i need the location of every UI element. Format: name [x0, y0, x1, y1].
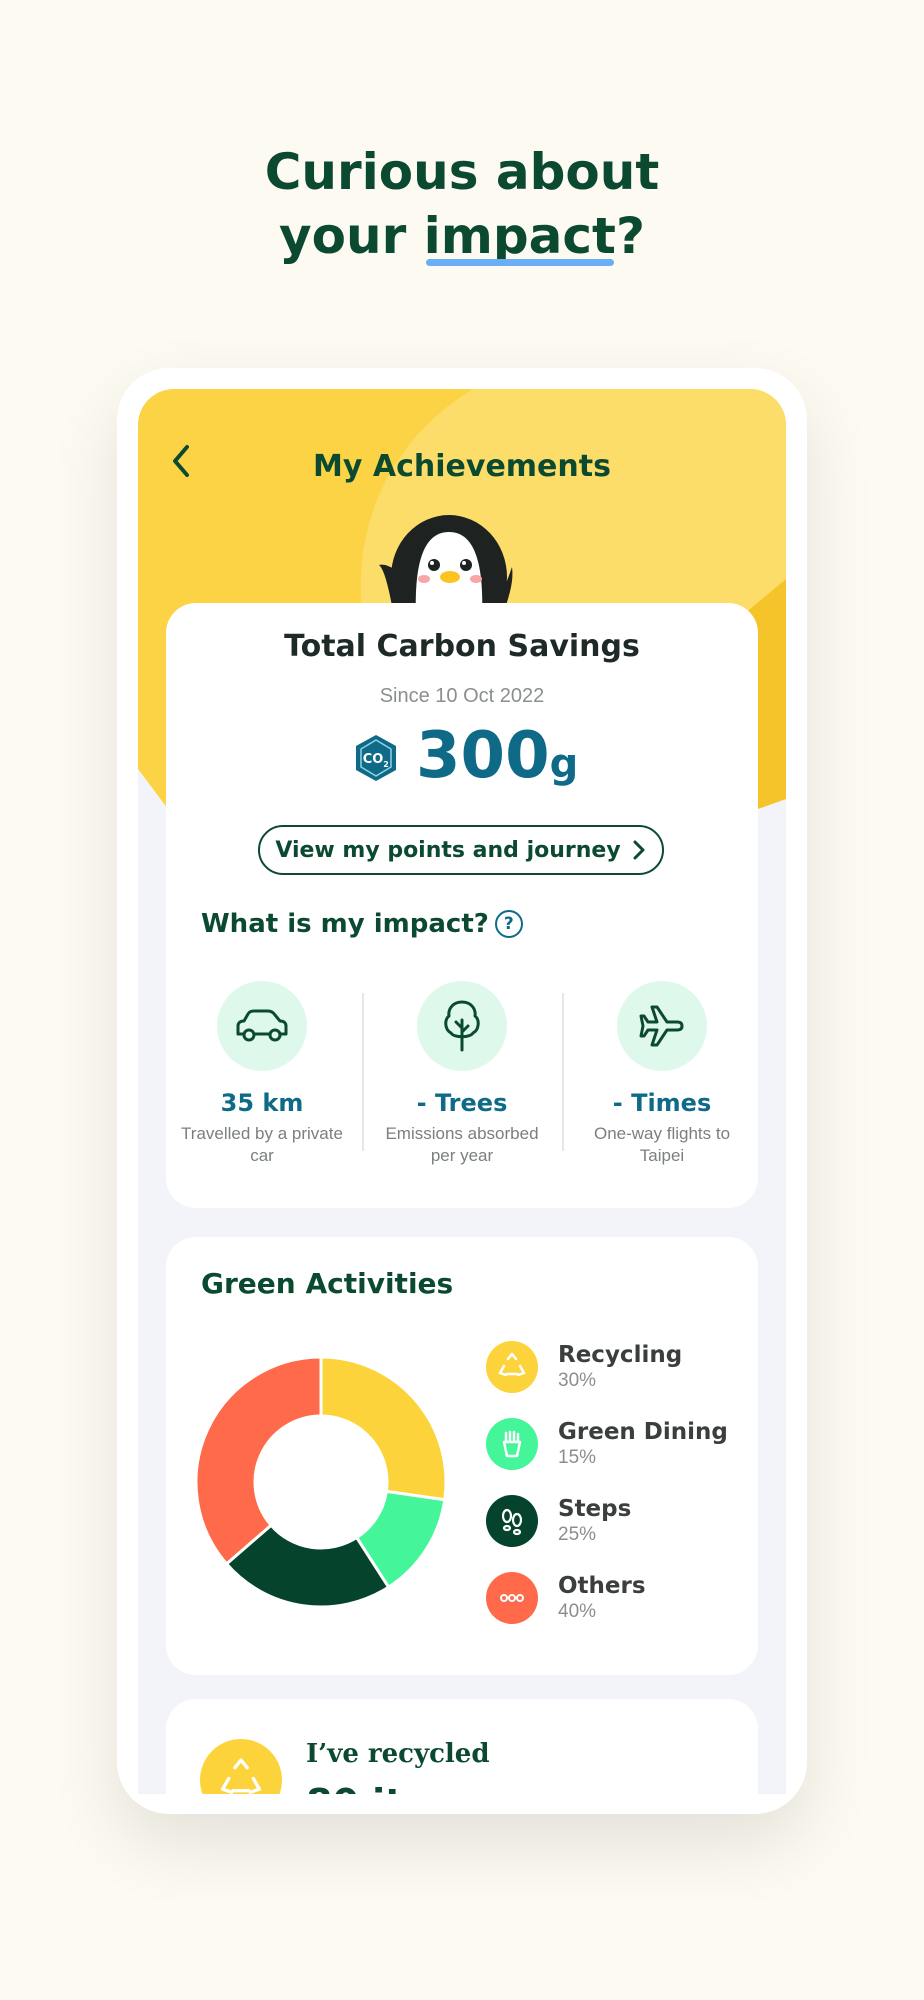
legend-pct: 25%	[558, 1524, 597, 1545]
app-screen: My Achievements Total Carbon Savings Sin…	[138, 389, 786, 1794]
legend-name: Others	[558, 1573, 646, 1599]
legend-name: Steps	[558, 1496, 632, 1522]
fries-icon	[486, 1418, 538, 1470]
impact-metric-value: - Trees	[416, 1089, 508, 1117]
view-points-journey-button[interactable]: View my points and journey	[258, 825, 664, 875]
legend-item-others: Others 40%	[486, 1572, 646, 1624]
metric-divider	[562, 993, 564, 1151]
headline-prefix: your	[279, 207, 424, 265]
legend-text: Green Dining 15%	[558, 1419, 728, 1469]
recycled-value: 80 it	[306, 1781, 403, 1794]
help-icon[interactable]: ?	[494, 910, 523, 938]
recycle-icon	[200, 1739, 282, 1794]
metric-divider	[362, 993, 364, 1151]
more-icon	[486, 1572, 538, 1624]
headline-highlight: impact	[424, 204, 616, 268]
chevron-right-icon	[633, 840, 645, 860]
donut-slice-others	[196, 1357, 323, 1566]
impact-metric-car: 35 km Travelled by a private car	[166, 981, 358, 1167]
highlight-underline	[425, 259, 614, 266]
impact-title-text: What is my impact?	[201, 909, 489, 939]
page-title: My Achievements	[313, 449, 611, 484]
recycled-card[interactable]: I’ve recycled 80 it	[166, 1699, 758, 1794]
recycle-icon	[486, 1341, 538, 1393]
carbon-savings-title: Total Carbon Savings	[284, 629, 640, 664]
carbon-value-number: 300	[416, 719, 550, 793]
legend-pct: 40%	[558, 1601, 597, 1622]
headline-highlight-text: impact	[423, 207, 616, 265]
impact-metric-desc: Emissions absorbed per year	[385, 1124, 539, 1165]
impact-section-title: What is my impact??	[201, 909, 523, 939]
legend-name: Recycling	[558, 1342, 683, 1368]
svg-text:2: 2	[383, 760, 389, 769]
donut-slice-recycling	[319, 1357, 446, 1502]
tree-icon	[417, 981, 507, 1071]
legend-text: Steps 25%	[558, 1496, 631, 1546]
impact-metric-desc: One-way flights to Taipei	[593, 1124, 731, 1165]
promo-headline: Curious about your impact?	[0, 140, 924, 268]
legend-name: Green Dining	[558, 1419, 728, 1445]
svg-text:CO: CO	[363, 752, 384, 767]
green-activities-title: Green Activities	[201, 1267, 454, 1300]
legend-text: Others 40%	[558, 1573, 646, 1623]
headline-line-1: Curious about	[264, 143, 660, 201]
carbon-savings-value: 300g	[416, 721, 578, 799]
car-icon	[217, 981, 307, 1071]
impact-metric-value: 35 km	[220, 1089, 304, 1117]
legend-item-recycling: Recycling 30%	[486, 1341, 682, 1393]
green-activities-card: Green Activities Recycling 30% Green Din…	[166, 1237, 758, 1675]
legend-text: Recycling 30%	[558, 1342, 682, 1392]
plane-icon	[617, 981, 707, 1071]
impact-metric-value: - Times	[612, 1089, 712, 1117]
co2-badge-icon: CO 2	[356, 735, 396, 781]
footsteps-icon	[486, 1495, 538, 1547]
headline-line-2: your impact?	[0, 204, 924, 268]
penguin-mascot-icon	[379, 515, 513, 617]
activities-donut-chart	[196, 1357, 446, 1607]
impact-metric-flights: - Times One-way flights to Taipei	[566, 981, 758, 1167]
view-points-journey-label: View my points and journey	[275, 837, 621, 863]
impact-metric-desc: Travelled by a private car	[181, 1124, 343, 1165]
carbon-savings-card: Total Carbon Savings Since 10 Oct 2022 C…	[166, 603, 758, 1208]
legend-pct: 30%	[558, 1370, 597, 1391]
headline-suffix: ?	[615, 207, 645, 265]
recycled-title: I’ve recycled	[306, 1739, 490, 1769]
carbon-value-unit: g	[549, 741, 579, 787]
legend-pct: 15%	[558, 1447, 597, 1468]
legend-item-steps: Steps 25%	[486, 1495, 631, 1547]
impact-metric-trees: - Trees Emissions absorbed per year	[366, 981, 558, 1167]
legend-item-green-dining: Green Dining 15%	[486, 1418, 728, 1470]
carbon-savings-since: Since 10 Oct 2022	[379, 685, 545, 707]
